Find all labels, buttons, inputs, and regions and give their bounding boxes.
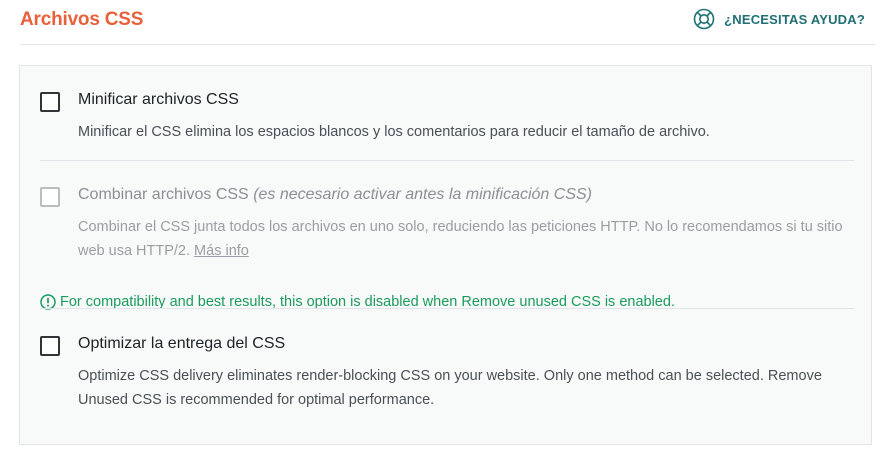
option-divider xyxy=(40,160,854,161)
minify-css-title: Minificar archivos CSS xyxy=(78,91,239,108)
minify-css-checkbox[interactable] xyxy=(40,92,60,112)
combine-css-checkbox[interactable] xyxy=(40,187,60,207)
optimize-css-delivery-title: Optimizar la entrega del CSS xyxy=(78,335,286,352)
combine-css-title-note: (es necesario activar antes la minificac… xyxy=(253,186,592,203)
lifebuoy-icon xyxy=(693,8,715,30)
help-link[interactable]: ¿NECESITAS AYUDA? xyxy=(693,8,865,30)
more-info-link[interactable]: Más info xyxy=(194,243,249,259)
combine-css-description-text: Combinar el CSS junta todos los archivos… xyxy=(78,219,843,259)
combine-css-title-text: Combinar archivos CSS xyxy=(78,186,249,203)
combine-css-title: Combinar archivos CSS (es necesario acti… xyxy=(78,186,592,204)
option-divider xyxy=(40,308,854,309)
section-title: Archivos CSS xyxy=(20,9,144,30)
section-header: Archivos CSS ¿NECESITAS AYUDA? xyxy=(20,0,875,45)
optimize-css-delivery-description: Optimize CSS delivery eliminates render-… xyxy=(78,368,822,408)
help-link-label: ¿NECESITAS AYUDA? xyxy=(724,11,865,27)
minify-css-description: Minificar el CSS elimina los espacios bl… xyxy=(78,124,710,140)
combine-css-description: Combinar el CSS junta todos los archivos… xyxy=(78,215,848,263)
options-panel: Minificar archivos CSS Minificar el CSS … xyxy=(19,65,872,445)
optimize-css-delivery-checkbox[interactable] xyxy=(40,336,60,356)
